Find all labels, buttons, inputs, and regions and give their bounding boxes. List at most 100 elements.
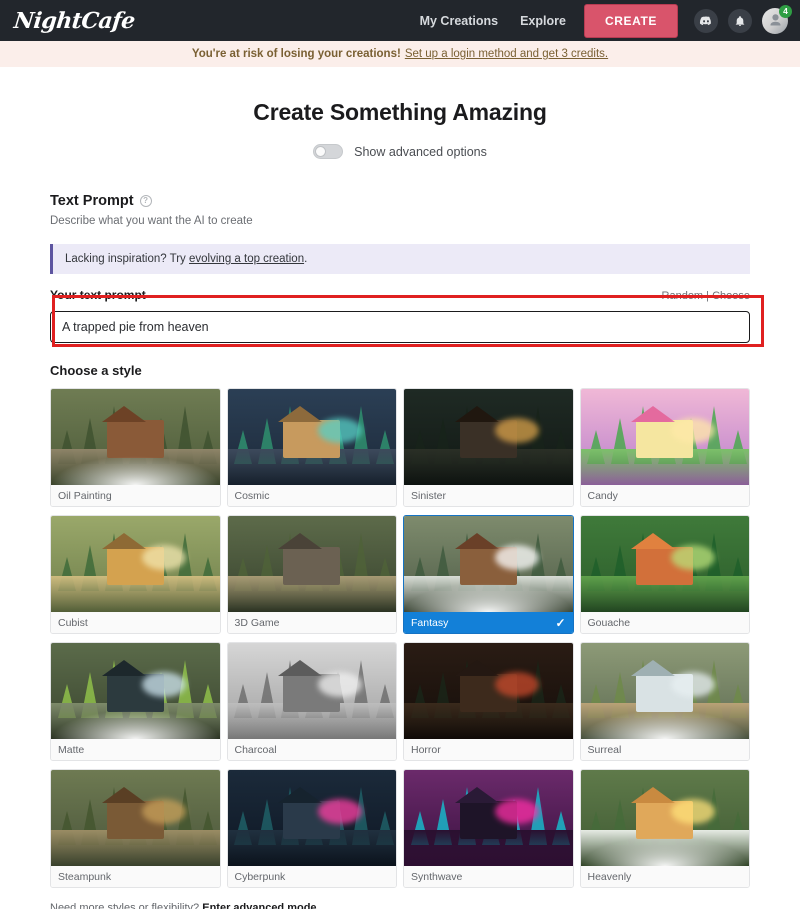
style-grid: Oil Painting Cosmic Sinister Candy Cubist 3D … — [50, 388, 750, 888]
style-card-horror[interactable]: Horror — [403, 642, 574, 761]
style-thumbnail — [51, 643, 220, 739]
style-caption: Gouache — [580, 612, 749, 633]
style-thumbnail — [51, 389, 220, 485]
help-icon[interactable]: ? — [139, 195, 152, 207]
style-caption: Surreal — [580, 739, 749, 760]
style-card-cyberpunk[interactable]: Cyberpunk — [226, 769, 397, 888]
style-thumbnail — [580, 643, 749, 739]
style-caption: Oil Painting — [51, 485, 220, 506]
text-prompt-title: Text Prompt — [50, 193, 134, 209]
links-divider: | — [706, 290, 710, 302]
style-card-cubist[interactable]: Cubist — [50, 515, 221, 634]
style-label: Surreal — [587, 743, 622, 756]
text-prompt-header: Text Prompt ? — [50, 193, 750, 209]
credit-badge: 4 — [779, 4, 792, 18]
nav-my-creations[interactable]: My Creations — [420, 14, 499, 28]
style-label: Synthwave — [411, 870, 463, 883]
style-thumbnail — [580, 770, 749, 866]
style-label: Cyberpunk — [234, 870, 286, 883]
advanced-options-toggle[interactable] — [313, 144, 344, 159]
style-caption: Synthwave — [404, 866, 573, 887]
style-caption: Cubist — [51, 612, 220, 633]
style-card-cosmic[interactable]: Cosmic — [226, 388, 397, 507]
toggle-knob — [315, 146, 327, 157]
inspiration-prefix: Lacking inspiration? Try — [65, 253, 190, 265]
style-label: 3D Game — [234, 616, 280, 629]
random-link[interactable]: Random — [662, 290, 704, 302]
create-button[interactable]: CREATE — [583, 3, 678, 38]
style-thumbnail — [580, 516, 749, 612]
style-thumbnail — [227, 643, 396, 739]
style-caption: Horror — [404, 739, 573, 760]
advanced-options-label: Show advanced options — [354, 144, 487, 159]
style-caption: Steampunk — [51, 866, 220, 887]
style-card-heavenly[interactable]: Heavenly — [579, 769, 750, 888]
style-caption: Candy — [580, 485, 749, 506]
prompt-field-label: Your text prompt — [50, 288, 146, 302]
style-label: Matte — [58, 743, 85, 756]
random-choose-links: Random | Choose — [662, 290, 750, 302]
setup-login-link[interactable]: Set up a login method and get 3 credits. — [405, 48, 608, 60]
nav-explore[interactable]: Explore — [520, 14, 566, 28]
enter-advanced-mode-link[interactable]: Enter advanced mode — [202, 902, 316, 909]
style-card-3d-game[interactable]: 3D Game — [226, 515, 397, 634]
bell-icon[interactable] — [728, 8, 752, 33]
style-caption: Cosmic — [227, 485, 396, 506]
style-caption: Cyberpunk — [227, 866, 396, 887]
style-label: Cubist — [58, 616, 88, 629]
style-thumbnail — [404, 643, 573, 739]
style-card-fantasy[interactable]: Fantasy ✓ — [403, 515, 574, 634]
style-caption: 3D Game — [227, 612, 396, 633]
advanced-options-row: Show advanced options — [34, 144, 766, 159]
inspiration-suffix: . — [304, 253, 308, 265]
check-icon: ✓ — [555, 615, 566, 630]
style-caption: Fantasy ✓ — [404, 612, 573, 633]
style-thumbnail — [404, 516, 573, 612]
nightcafe-logo[interactable]: NightCafe — [13, 8, 136, 34]
header-icon-group: 4 — [694, 4, 792, 34]
discord-icon[interactable] — [694, 8, 718, 33]
style-caption: Heavenly — [580, 866, 749, 887]
main-content: Create Something Amazing Show advanced o… — [0, 99, 800, 909]
style-card-surreal[interactable]: Surreal — [579, 642, 750, 761]
style-card-steampunk[interactable]: Steampunk — [50, 769, 221, 888]
nav-links: My Creations Explore — [420, 14, 566, 28]
style-thumbnail — [51, 516, 220, 612]
text-prompt-input[interactable] — [50, 311, 750, 343]
style-thumbnail — [227, 516, 396, 612]
style-thumbnail — [227, 389, 396, 485]
text-prompt-subtitle: Describe what you want the AI to create — [50, 215, 253, 227]
style-label: Oil Painting — [58, 489, 112, 502]
style-label: Cosmic — [234, 489, 270, 502]
style-thumbnail — [404, 770, 573, 866]
warning-text: You're at risk of losing your creations! — [191, 48, 401, 60]
evolve-top-creation-link[interactable]: evolving a top creation — [189, 253, 304, 265]
style-card-charcoal[interactable]: Charcoal — [226, 642, 397, 761]
style-label: Fantasy — [411, 616, 449, 629]
style-thumbnail — [580, 389, 749, 485]
prompt-label-row: Your text prompt Random | Choose — [50, 288, 750, 302]
app-root: NightCafe My Creations Explore CREATE 4 … — [0, 0, 800, 909]
style-card-synthwave[interactable]: Synthwave — [403, 769, 574, 888]
choose-style-heading: Choose a style — [50, 363, 142, 378]
style-label: Charcoal — [234, 743, 277, 756]
need-more-text: Need more styles or flexibility? — [50, 902, 203, 909]
style-thumbnail — [51, 770, 220, 866]
style-label: Sinister — [411, 489, 447, 502]
need-more-styles: Need more styles or flexibility? Enter a… — [50, 902, 750, 909]
style-caption: Charcoal — [227, 739, 396, 760]
style-caption: Sinister — [404, 485, 573, 506]
avatar-wrapper[interactable]: 4 — [762, 4, 792, 34]
top-navigation-bar: NightCafe My Creations Explore CREATE 4 — [0, 0, 800, 41]
style-label: Horror — [411, 743, 441, 756]
style-card-gouache[interactable]: Gouache — [579, 515, 750, 634]
choose-link[interactable]: Choose — [712, 290, 750, 302]
style-label: Candy — [587, 489, 618, 502]
style-thumbnail — [227, 770, 396, 866]
style-label: Steampunk — [58, 870, 112, 883]
inspiration-banner: Lacking inspiration? Try evolving a top … — [50, 244, 750, 274]
style-card-matte[interactable]: Matte — [50, 642, 221, 761]
style-card-oil-painting[interactable]: Oil Painting — [50, 388, 221, 507]
style-card-candy[interactable]: Candy — [579, 388, 750, 507]
style-card-sinister[interactable]: Sinister — [403, 388, 574, 507]
